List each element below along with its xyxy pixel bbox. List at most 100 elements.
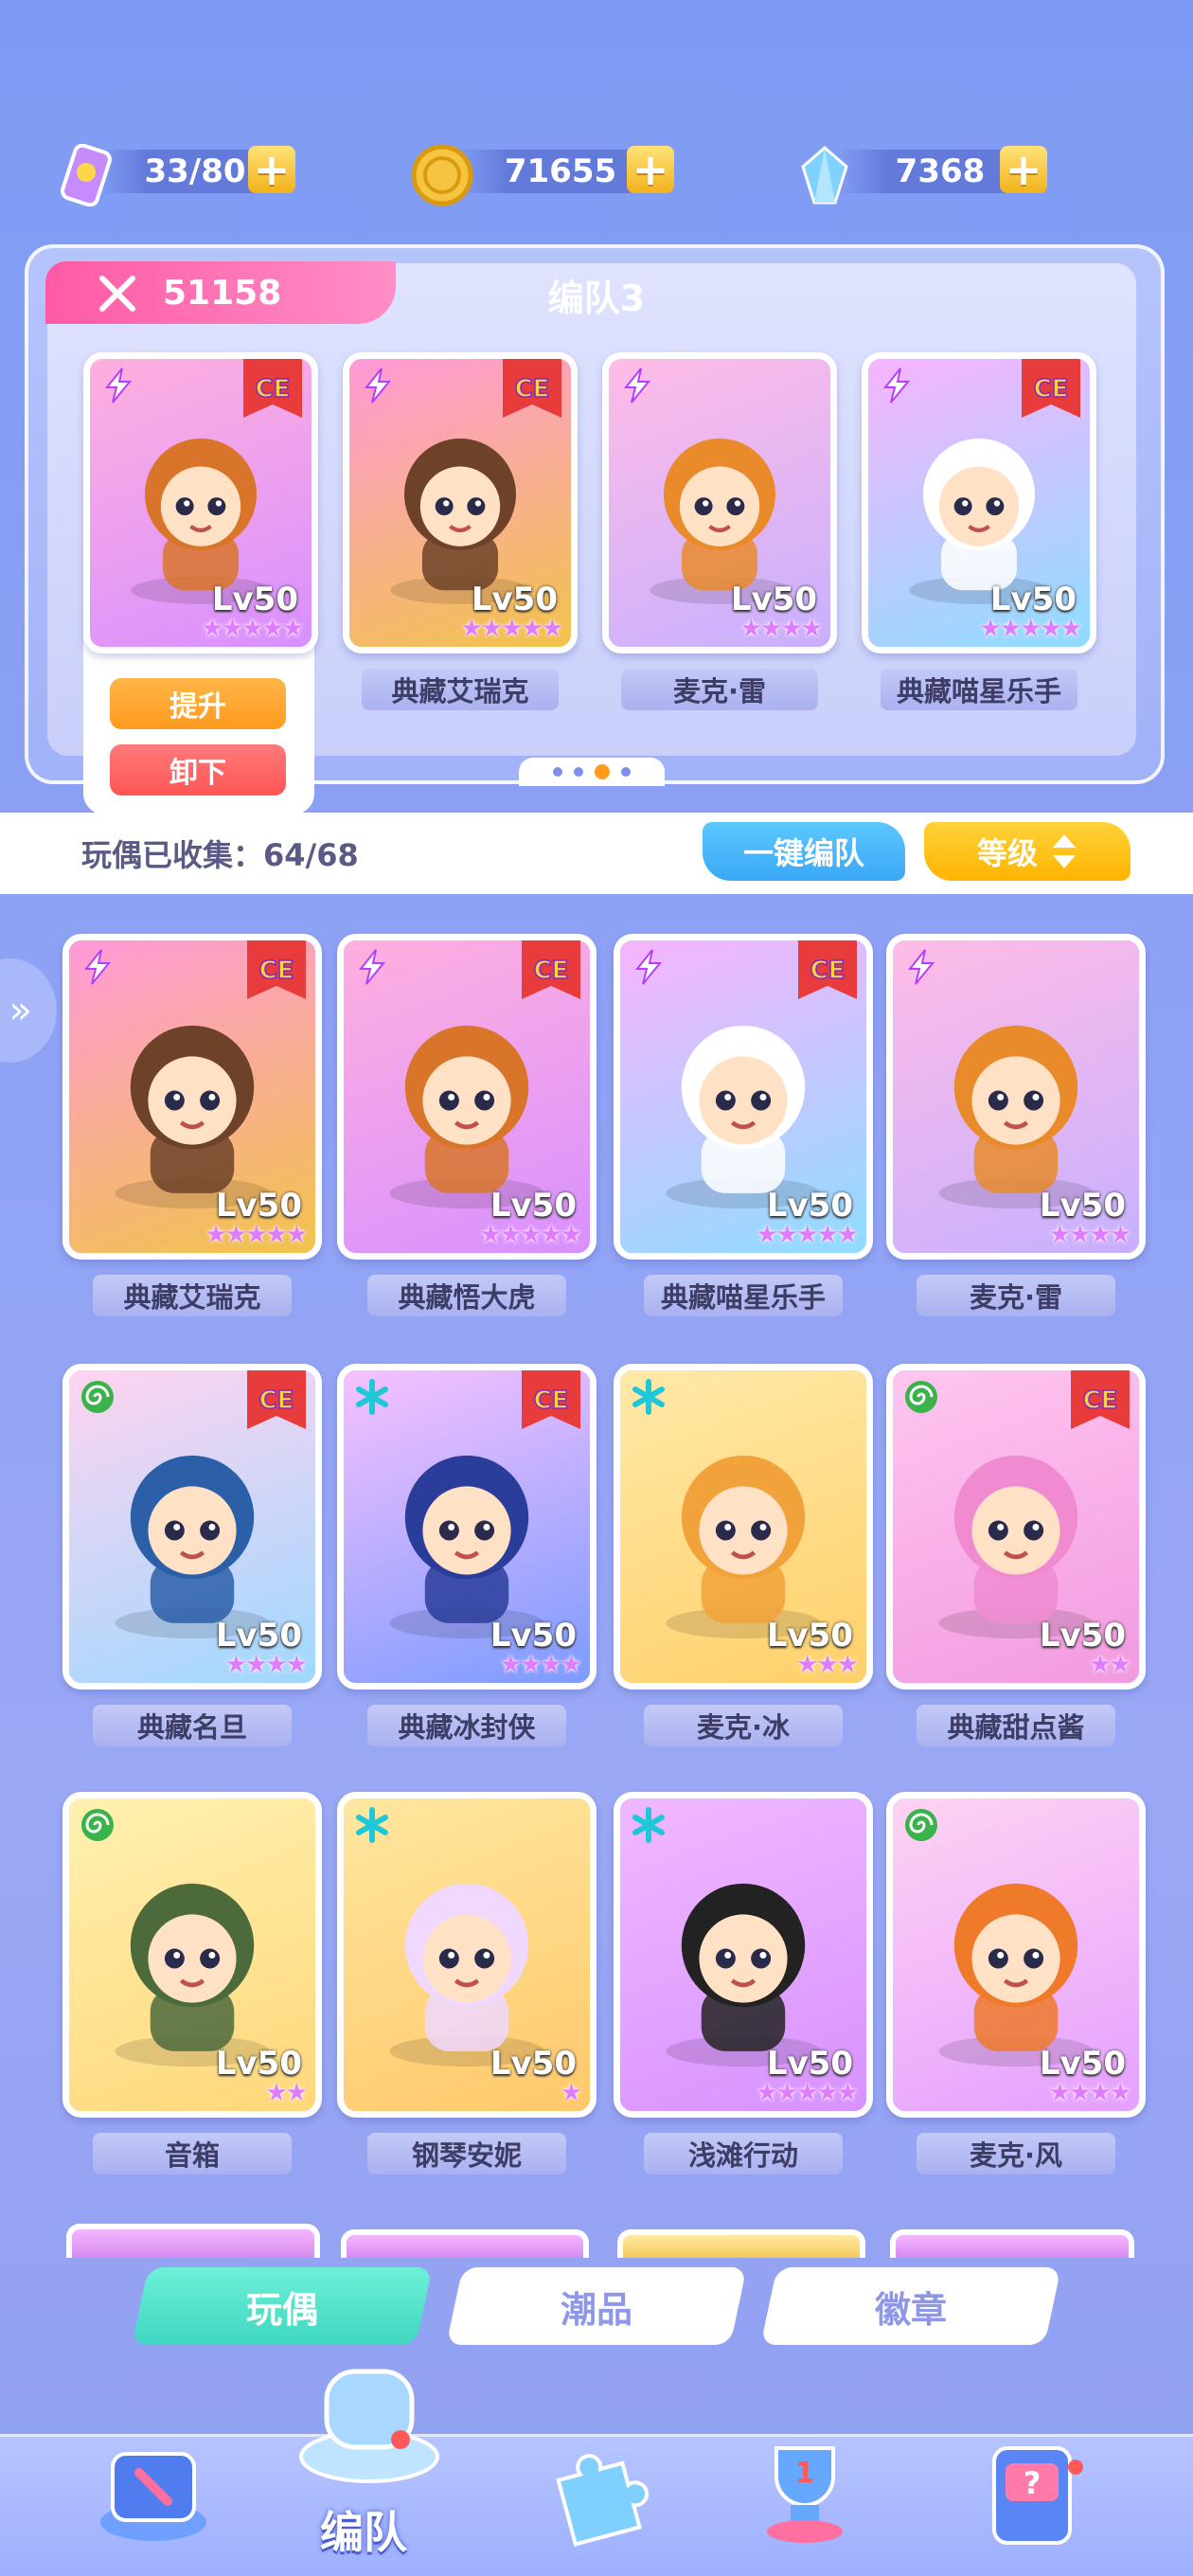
team-page-indicator[interactable]	[519, 758, 665, 786]
svg-text:CE: CE	[810, 957, 846, 985]
level-label: Lv50	[766, 2045, 853, 2083]
ce-badge-icon: CE	[522, 1370, 580, 1437]
doll-card[interactable]: CE Lv50 ★★★★★	[614, 934, 873, 1260]
page-dot	[574, 767, 583, 777]
team-member-card[interactable]: CE Lv50 ★★★★★	[343, 352, 578, 653]
crossed-swords-icon	[99, 276, 135, 312]
add-ticket-button[interactable]: +	[248, 146, 295, 193]
svg-text:CE: CE	[1034, 375, 1069, 403]
level-label: Lv50	[211, 581, 298, 618]
spiral-element-icon	[79, 1806, 116, 1844]
doll-card[interactable]: CE Lv50 ★★★★★	[62, 934, 322, 1260]
doll-card[interactable]: Lv50 ★★★★	[886, 934, 1146, 1260]
asterisk-element-icon	[353, 1378, 391, 1416]
team-member-card[interactable]: Lv50 ★★★★	[602, 352, 837, 653]
star-rating: ★★★★	[1048, 2079, 1131, 2107]
star-rating: ★	[560, 2079, 582, 2107]
ce-badge-icon: CE	[1022, 359, 1080, 425]
doll-card[interactable]: Lv50 ★	[337, 1792, 596, 2118]
doll-name-label: 典藏艾瑞克	[362, 669, 559, 710]
lightning-element-icon	[878, 367, 916, 404]
doll-card[interactable]: Lv50 ★★	[62, 1792, 322, 2118]
svg-text:CE: CE	[259, 957, 294, 985]
level-label: Lv50	[471, 581, 558, 618]
shop-icon[interactable]	[87, 2430, 220, 2553]
lightning-element-icon	[353, 948, 391, 986]
svg-text:CE: CE	[259, 1386, 294, 1415]
level-label: Lv50	[215, 2045, 302, 2083]
tab-trendy-items-label: 潮品	[560, 2288, 632, 2331]
trophy-icon[interactable]: 1	[739, 2424, 871, 2557]
add-crystal-button[interactable]: +	[1000, 146, 1047, 193]
doll-card[interactable]: Lv50 ★★★★★	[614, 1792, 873, 2118]
doll-card[interactable]: CE Lv50 ★★★★★	[337, 934, 596, 1260]
doll-card[interactable]: CE Lv50 ★★★★	[62, 1364, 322, 1690]
lightning-element-icon	[79, 948, 116, 986]
unequip-button[interactable]: 卸下	[110, 744, 286, 796]
doll-name-label: 浅滩行动	[644, 2133, 843, 2174]
doll-name-label: 典藏喵星乐手	[644, 1275, 843, 1316]
ce-badge-icon: CE	[243, 359, 302, 425]
level-label: Lv50	[215, 1187, 302, 1225]
sort-label: 等级	[976, 835, 1038, 871]
doll-card[interactable]: CE Lv50 ★★	[886, 1364, 1146, 1690]
svg-text:CE: CE	[534, 957, 569, 985]
sort-by-level-button[interactable]: 等级	[924, 822, 1131, 881]
add-coin-button[interactable]: +	[627, 146, 674, 193]
doll-card-partial[interactable]	[890, 2229, 1134, 2258]
tab-badges[interactable]: 徽章	[760, 2267, 1061, 2345]
doll-name-label: 麦克·风	[917, 2133, 1115, 2174]
star-rating: ★★★★	[1048, 1221, 1131, 1249]
star-rating: ★★★★	[224, 1651, 308, 1679]
star-rating: ★★★★★	[460, 615, 563, 643]
one-click-team-button[interactable]: 一键编队	[703, 822, 905, 881]
asterisk-element-icon	[630, 1378, 668, 1416]
ce-badge-icon: CE	[522, 940, 580, 1007]
puzzle-icon[interactable]	[530, 2438, 663, 2551]
collection-count: 玩偶已收集：64/68	[81, 837, 359, 873]
doll-card-partial[interactable]	[66, 2224, 320, 2258]
doll-name-label: 典藏悟大虎	[367, 1275, 566, 1316]
team-power-value: 51158	[163, 273, 282, 313]
doll-card[interactable]: Lv50 ★★★	[614, 1364, 873, 1690]
star-rating: ★★	[1089, 1651, 1131, 1679]
ce-badge-icon: CE	[247, 1370, 306, 1437]
doll-name-label: 典藏喵星乐手	[881, 669, 1077, 710]
ce-badge-icon: CE	[1071, 1370, 1130, 1437]
doll-card-partial[interactable]	[341, 2229, 589, 2258]
level-label: Lv50	[1039, 2045, 1126, 2083]
doll-card[interactable]: Lv50 ★★★★	[886, 1792, 1146, 2118]
ticket-icon	[53, 142, 119, 208]
team-member-card[interactable]: CE Lv50 ★★★★★	[83, 352, 318, 653]
level-label: Lv50	[1039, 1187, 1126, 1225]
svg-text:CE: CE	[1083, 1386, 1118, 1415]
ce-badge-icon: CE	[798, 940, 857, 1007]
tab-dolls-label: 玩偶	[245, 2288, 318, 2331]
doll-card-partial[interactable]	[617, 2229, 865, 2258]
lightning-element-icon	[630, 948, 668, 986]
side-expand-tab[interactable]: »	[0, 958, 57, 1063]
star-rating: ★★★★★	[756, 1221, 859, 1249]
star-rating: ★★★	[796, 1651, 859, 1679]
level-label: Lv50	[490, 1187, 577, 1225]
doll-name-label: 典藏甜点酱	[917, 1705, 1115, 1746]
star-rating: ★★★★★	[979, 615, 1082, 643]
level-label: Lv50	[766, 1187, 853, 1225]
upgrade-button[interactable]: 提升	[110, 678, 286, 729]
star-rating: ★★★★★	[756, 2079, 859, 2107]
level-label: Lv50	[490, 2045, 577, 2083]
doll-card[interactable]: CE Lv50 ★★★★	[337, 1364, 596, 1690]
svg-text:?: ?	[1024, 2465, 1042, 2501]
tab-trendy-items[interactable]: 潮品	[446, 2267, 747, 2345]
lightning-element-icon	[359, 367, 397, 404]
team-member-card[interactable]: CE Lv50 ★★★★★	[862, 352, 1096, 653]
star-rating: ★★★★	[739, 615, 823, 643]
asterisk-element-icon	[630, 1806, 668, 1844]
ce-badge-icon: CE	[247, 940, 306, 1007]
slot-machine-icon[interactable]: ?	[966, 2424, 1098, 2557]
nav-active-label: 编队	[320, 2507, 407, 2558]
doll-name-label: 音箱	[93, 2133, 292, 2174]
level-label: Lv50	[989, 581, 1077, 618]
whistle-icon[interactable]	[284, 2352, 454, 2495]
tab-dolls[interactable]: 玩偶	[132, 2267, 433, 2345]
